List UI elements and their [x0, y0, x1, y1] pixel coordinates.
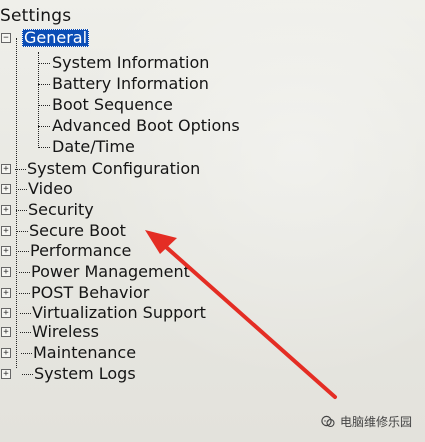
- watermark: 电脑维修乐园: [320, 411, 422, 433]
- tree-item-system-information[interactable]: System Information: [37, 54, 209, 72]
- post-behavior-expand-toggle[interactable]: +: [1, 288, 11, 298]
- tree-item-video[interactable]: Video: [16, 180, 73, 198]
- system-logs-expand-toggle[interactable]: +: [1, 369, 11, 379]
- maintenance-expand-toggle[interactable]: +: [1, 348, 11, 358]
- tree-item-date-time[interactable]: Date/Time: [38, 138, 135, 156]
- tree-item-advanced-boot-options[interactable]: Advanced Boot Options: [38, 117, 240, 135]
- bios-settings-screen: Settings − General System Information Ba…: [0, 0, 425, 442]
- watermark-text: 电脑维修乐园: [340, 415, 413, 429]
- system-configuration-expand-toggle[interactable]: +: [1, 164, 11, 174]
- tree-item-maintenance[interactable]: Maintenance: [20, 344, 136, 362]
- tree-item-general[interactable]: General: [22, 29, 90, 47]
- video-expand-toggle[interactable]: +: [1, 184, 11, 194]
- power-management-expand-toggle[interactable]: +: [1, 267, 11, 277]
- virtualization-support-expand-toggle[interactable]: +: [1, 308, 11, 318]
- settings-title: Settings: [0, 6, 72, 26]
- secure-boot-expand-toggle[interactable]: +: [1, 226, 11, 236]
- tree-item-boot-sequence[interactable]: Boot Sequence: [38, 96, 173, 114]
- tree-main-line: [16, 38, 17, 368]
- performance-expand-toggle[interactable]: +: [1, 246, 11, 256]
- tree-item-post-behavior[interactable]: POST Behavior: [18, 284, 149, 302]
- tree-item-security[interactable]: Security: [16, 201, 94, 219]
- tree-item-system-logs[interactable]: System Logs: [22, 365, 136, 383]
- tree-item-system-configuration[interactable]: System Configuration: [14, 160, 200, 178]
- tree-item-power-management[interactable]: Power Management: [19, 263, 190, 281]
- tree-item-virtualization-support[interactable]: Virtualization Support: [20, 304, 206, 322]
- wireless-expand-toggle[interactable]: +: [1, 327, 11, 337]
- tree-general-line: [38, 52, 39, 148]
- general-collapse-toggle[interactable]: −: [1, 33, 11, 43]
- security-expand-toggle[interactable]: +: [1, 205, 11, 215]
- tree-item-performance[interactable]: Performance: [17, 242, 131, 260]
- tree-item-secure-boot[interactable]: Secure Boot: [17, 222, 126, 240]
- tree-item-battery-information[interactable]: Battery Information: [38, 75, 209, 93]
- chat-bubble-icon: [321, 415, 335, 428]
- tree-item-wireless[interactable]: Wireless: [20, 323, 99, 341]
